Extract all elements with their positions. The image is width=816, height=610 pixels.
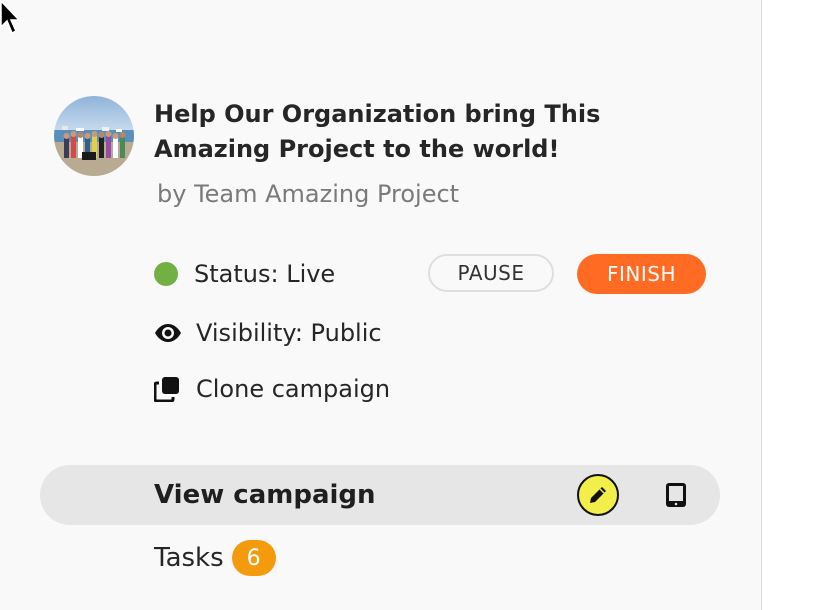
finish-button[interactable]: FINISH — [577, 254, 706, 294]
tasks-count-badge: 6 — [231, 540, 276, 576]
tablet-icon — [666, 483, 686, 507]
tasks-label[interactable]: Tasks — [154, 543, 224, 573]
view-campaign-bar[interactable]: View campaign — [40, 465, 720, 525]
campaign-title: Help Our Organization bring This Amazing… — [154, 100, 601, 163]
mouse-cursor-icon — [0, 0, 21, 35]
clone-campaign-row[interactable]: Clone campaign — [154, 372, 390, 406]
eye-icon — [155, 324, 181, 342]
clone-campaign-label: Clone campaign — [196, 375, 391, 403]
status-dot-icon — [154, 262, 178, 286]
visibility-row[interactable]: Visibility: Public — [154, 316, 382, 350]
pencil-icon — [590, 487, 606, 503]
status-row: Status: Live — [154, 257, 335, 291]
campaign-panel: Help Our Organization bring This Amazing… — [0, 0, 762, 610]
pause-button[interactable]: PAUSE — [428, 254, 554, 292]
tablet-preview-button[interactable] — [660, 479, 692, 511]
campaign-avatar — [54, 96, 134, 176]
clone-icon — [154, 377, 179, 402]
tasks-link[interactable]: Tasks 6 — [154, 540, 276, 576]
campaign-byline: by Team Amazing Project — [157, 180, 460, 208]
status-label: Status: Live — [194, 260, 336, 288]
visibility-label: Visibility: Public — [196, 319, 382, 347]
edit-campaign-button[interactable] — [577, 474, 619, 516]
view-campaign-label[interactable]: View campaign — [154, 479, 376, 511]
